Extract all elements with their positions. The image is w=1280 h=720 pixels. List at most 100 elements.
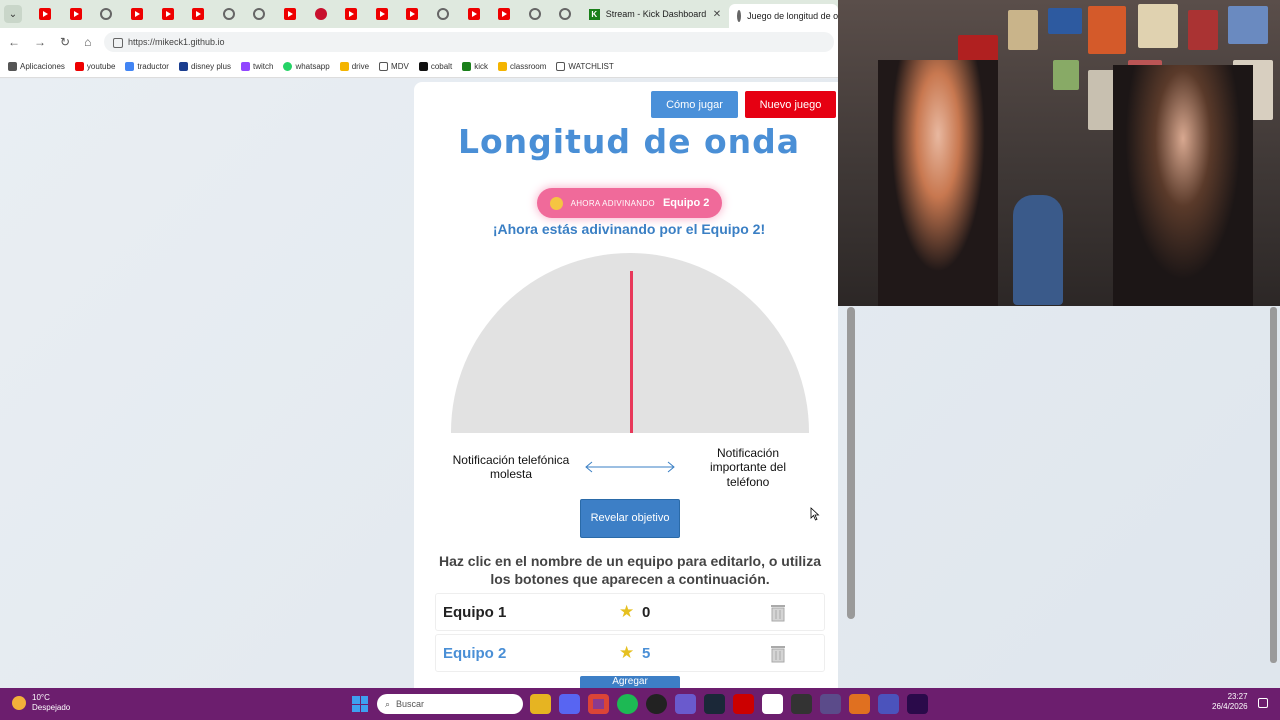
globe-icon (528, 8, 541, 20)
tab-youtube-7[interactable] (336, 0, 367, 28)
kick-icon (462, 62, 472, 71)
star-icon: ★ (619, 602, 635, 621)
tab-globe-2[interactable] (213, 0, 244, 28)
app-icon[interactable] (762, 694, 783, 714)
app-icon[interactable] (733, 694, 754, 714)
window-scrollbar[interactable] (1270, 307, 1277, 663)
youtube-icon (161, 8, 174, 20)
taskbar-search[interactable]: ⌕ Buscar (377, 694, 523, 714)
weather-condition: Despejado (32, 702, 71, 712)
bookmark-whatsapp[interactable]: whatsapp (283, 62, 330, 71)
trash-icon[interactable] (768, 643, 788, 663)
streamer-left (878, 60, 998, 306)
bookmark-traductor[interactable]: traductor (125, 62, 169, 71)
bookmark-kick[interactable]: kick (462, 62, 488, 71)
reveal-target-button[interactable]: Revelar objetivo (580, 499, 680, 538)
tab-globe-3[interactable] (244, 0, 275, 28)
team-edit-hint: Haz clic en el nombre de un equipo para … (439, 553, 821, 588)
wall-poster (1188, 10, 1218, 50)
whatsapp-icon (283, 62, 293, 71)
mouse-cursor-icon (810, 507, 820, 521)
team-2-score-value: 5 (642, 644, 651, 662)
app-icon[interactable] (849, 694, 870, 714)
tab-globe-5[interactable] (520, 0, 551, 28)
tab-kick-dashboard[interactable]: K Stream - Kick Dashboard ✕ (581, 2, 729, 26)
dial-needle[interactable] (630, 271, 633, 433)
tab-youtube-4[interactable] (152, 0, 183, 28)
bookmark-cobalt[interactable]: cobalt (418, 62, 452, 71)
notification-icon[interactable] (1258, 698, 1268, 708)
tab-youtube-3[interactable] (122, 0, 153, 28)
youtube-icon (283, 8, 296, 20)
wall-poster (1053, 60, 1079, 90)
tab-search-dropdown[interactable]: ⌄ (4, 5, 22, 23)
webcam-overlay (838, 0, 1280, 306)
app-icon[interactable] (820, 694, 841, 714)
steam-icon[interactable] (704, 694, 725, 714)
close-icon[interactable]: ✕ (713, 9, 721, 20)
how-to-play-button[interactable]: Cómo jugar (651, 91, 738, 118)
file-explorer-icon[interactable] (530, 694, 551, 714)
bookmark-drive[interactable]: drive (339, 62, 369, 71)
globe-icon (559, 8, 572, 20)
tab-active-title: Juego de longitud de o (747, 11, 838, 21)
wall-poster (1088, 6, 1126, 54)
discord-icon[interactable] (559, 694, 580, 714)
browser-tab-strip: ⌄ K Stream - Kick Dashboard ✕ Juego de l… (0, 0, 838, 28)
page-scrollbar[interactable] (847, 307, 855, 619)
forward-arrow-icon[interactable]: → (34, 35, 46, 49)
bookmark-aplicaciones[interactable]: Aplicaciones (8, 62, 65, 71)
wall-poster (1008, 10, 1038, 50)
team-1-name[interactable]: Equipo 1 (443, 604, 506, 621)
tab-youtube-2[interactable] (60, 0, 91, 28)
bookmark-youtube[interactable]: youtube (74, 62, 115, 71)
address-bar[interactable]: https://mikeck1.github.io (104, 32, 834, 52)
bookmark-disney-plus[interactable]: disney plus (178, 62, 231, 71)
folder-icon (556, 62, 566, 71)
weather-widget[interactable]: 10°C Despejado (12, 693, 70, 712)
tab-wavelength-game[interactable]: Juego de longitud de o (729, 4, 838, 28)
browser-navbar: ← → ↻ ⌂ https://mikeck1.github.io (0, 28, 838, 56)
tab-pinterest[interactable] (305, 0, 336, 28)
cobalt-icon (418, 62, 428, 71)
bookmark-mdv[interactable]: MDV (379, 62, 409, 71)
thinking-face-icon (549, 196, 563, 210)
tab-youtube-10[interactable] (458, 0, 489, 28)
tab-youtube-6[interactable] (275, 0, 306, 28)
windows-start-icon[interactable] (352, 696, 368, 712)
taskbar-clock[interactable]: 23:27 26/4/2026 (1212, 692, 1248, 713)
tab-globe-1[interactable] (91, 0, 122, 28)
tab-youtube-8[interactable] (366, 0, 397, 28)
spectrum-left-label: Notificación telefónica molesta (452, 453, 570, 482)
obs-icon[interactable] (646, 694, 667, 714)
back-arrow-icon[interactable]: ← (8, 35, 20, 49)
teams-icon[interactable] (878, 694, 899, 714)
tab-youtube-11[interactable] (489, 0, 520, 28)
youtube-icon (130, 8, 143, 20)
team-2-name[interactable]: Equipo 2 (443, 645, 506, 662)
trash-icon[interactable] (768, 602, 788, 622)
app-icon[interactable] (675, 694, 696, 714)
guessing-subtitle: ¡Ahora estás adivinando por el Equipo 2! (492, 221, 766, 237)
premiere-icon[interactable] (907, 694, 928, 714)
new-game-button[interactable]: Nuevo juego (745, 91, 836, 118)
bookmarks-bar: Aplicaciones youtube traductor disney pl… (0, 56, 838, 78)
bookmark-watchlist[interactable]: WATCHLIST (556, 62, 614, 71)
bookmark-twitch[interactable]: twitch (241, 62, 273, 71)
tab-youtube-1[interactable] (30, 0, 61, 28)
reload-icon[interactable]: ↻ (60, 35, 70, 49)
classroom-icon (497, 62, 507, 71)
chrome-icon[interactable] (588, 694, 609, 714)
bookmark-classroom[interactable]: classroom (497, 62, 546, 71)
tab-globe-6[interactable] (550, 0, 581, 28)
notion-icon[interactable] (791, 694, 812, 714)
now-guessing-label: AHORA ADIVINANDO (570, 198, 655, 208)
home-icon[interactable]: ⌂ (84, 35, 91, 49)
team-1-score-value: 0 (642, 603, 651, 621)
add-team-button[interactable]: Agregar (580, 676, 680, 688)
spotify-icon[interactable] (617, 694, 638, 714)
tab-globe-4[interactable] (428, 0, 459, 28)
tab-youtube-5[interactable] (183, 0, 214, 28)
tab-youtube-9[interactable] (397, 0, 428, 28)
translate-icon (125, 62, 135, 71)
